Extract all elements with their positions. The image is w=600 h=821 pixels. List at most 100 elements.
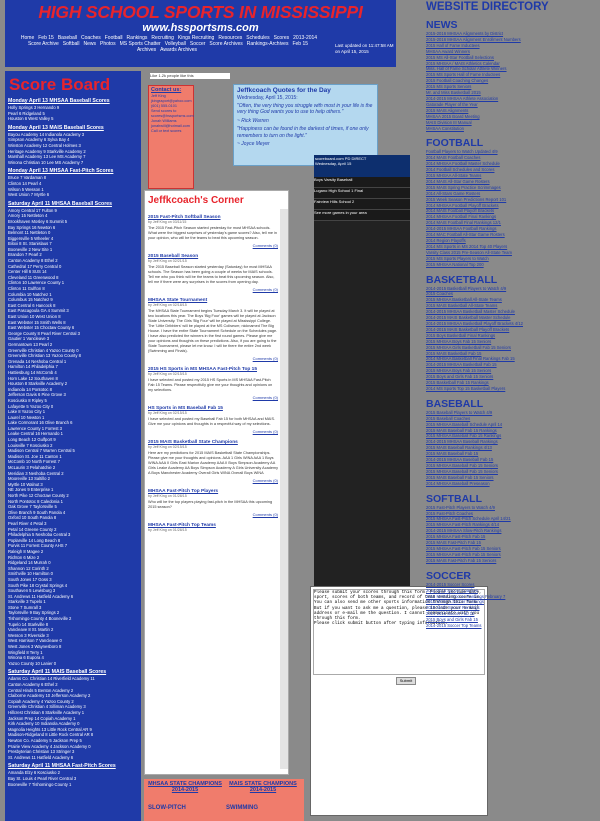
score-line: St. Andrews 11 Hatfield Academy 6 [8,754,74,760]
score-line: West Union 7 Myrtle 6 [8,192,50,198]
quote-box: Jeffkcoach Quotes for the Day Wednesday,… [233,84,378,166]
slow-pitch-heading: SLOW-PITCH [148,805,186,811]
directory-link[interactable]: 2014 MS Sports Top 15 Basketball Players [426,386,600,392]
mhsaa-champions-link[interactable]: MHSAA STATE CHAMPIONS 2014-2015 [146,781,224,793]
post-body: The 2015 Baseball Season started yesterd… [148,265,275,284]
directory-section-title: NEWS [426,19,458,31]
nav-link[interactable]: Baseball [58,35,77,41]
scoreboard-section-title[interactable]: Monday April 13 MAIS Baseball Scores [8,125,141,131]
quote-lines: "Often, the very thing you struggle with… [234,103,377,147]
score-line: Yazoo County 10 Lanier 0 [8,660,57,666]
nav-link[interactable]: Schedules [246,35,269,41]
nav-link[interactable]: Softball [63,41,80,47]
directory-sections: NEWS 2015-2016 MHSAA Alignments by Distri… [426,19,600,629]
contact-line: Call or text scores [151,129,182,133]
blog-post: 2015 Baseball Season by Jeff King on 02/2… [148,254,278,292]
submit-button[interactable]: Submit [396,677,416,685]
contact-title: Contact us: [151,87,182,93]
state-champions: MHSAA STATE CHAMPIONS 2014-2015 MAIS STA… [144,779,304,821]
post-byline: by Jeff King on 03/11/15 [148,220,187,224]
corner-scrollbar[interactable] [280,209,288,769]
scoreboard-sidebar: Score Board Monday April 13 MHSAA Baseba… [5,71,141,821]
widget-game-row[interactable]: Lugano High School 1 Final [314,188,410,199]
blog-post: MHSAA State Tournament by Jeff King on 02… [148,298,278,361]
post-body: I have selected and posted my Baseball F… [148,417,276,426]
comments-link[interactable]: Comments (0) [148,287,278,292]
jeffkcoach-corner: Jeffkcoach's Corner 2015 Fast-Pitch Soft… [144,190,289,775]
nav-link[interactable]: Recruiting [151,35,174,41]
comments-link[interactable]: Comments (0) [148,395,278,400]
nav-link[interactable]: News [83,41,96,47]
directory-link[interactable]: 2015 MAIS Fast-Pitch Fab 15 Seniors [426,558,600,564]
website-directory: WEBSITE DIRECTORY NEWS 2015-2016 MHSAA Al… [426,0,600,821]
nav-link[interactable]: Volleyball [165,41,186,47]
swimming-heading: SWIMMING [226,805,258,811]
scoreboard-section-title[interactable]: Saturday April 11 MHSAA Fast-Pitch Score… [8,763,141,769]
comments-link[interactable]: Comments (0) [148,478,278,483]
comments-link[interactable]: Comments (0) [148,243,278,248]
post-byline: by Jeff King on 01/28/15 [148,528,187,532]
contact-lines: Jeff King jkingssport@yahoo.com (601) 555-… [149,94,194,134]
quote-line: "Often, the very thing you struggle with… [237,103,373,116]
scoreboard-section-title[interactable]: Monday April 13 MHSAA Fast-Pitch Scores [8,168,141,174]
post-byline: by Jeff King on 01/28/15 [148,494,187,498]
comments-link[interactable]: Comments (0) [148,429,278,434]
nav-link[interactable]: Scores [274,35,290,41]
nav-link[interactable]: Resources [218,35,242,41]
nav-link[interactable]: Kings Recruiting [178,35,214,41]
blog-post: 2015 MAIS Basketball State Champions by J… [148,440,278,483]
scoreboard-heading: Score Board [9,75,111,94]
top-nav: Home Feb 15 Baseball Coaches Football Ranking… [13,35,323,54]
contact-box: Contact us: Jeff King jkingssport@yahoo.c… [148,85,194,189]
nav-link[interactable]: Rankings [127,35,148,41]
quote-line: ~ Joyce Meyer [237,141,270,148]
post-body: Who will be the top players playing fast… [148,500,273,509]
directory-heading: WEBSITE DIRECTORY [426,1,549,13]
quote-line: "Happiness can be found in the darkest o… [237,126,369,139]
nav-link[interactable]: Awards Archives [160,47,197,53]
comments-link[interactable]: Comments (0) [148,512,278,517]
post-byline: by Jeff King on 02/18/15 [148,303,187,307]
widget-more-link[interactable]: See more games in your area [314,210,410,221]
nav-link[interactable]: Football [105,35,123,41]
post-byline: by Jeff King on 02/21/15 [148,259,187,263]
mais-champions-link[interactable]: MAIS STATE CHAMPIONS 2014-2015 [224,781,302,793]
scoreboard-sections: Monday April 13 MHSAA Baseball Scores Hol… [5,98,141,787]
post-byline: by Jeff King on 02/15/15 [148,372,187,376]
directory-link[interactable]: MHSAA Constitution [426,126,600,132]
last-updated: Last updated on 11:47:58 AM on April 15,… [335,43,394,54]
blog-post: 2015 Fast-Pitch Softball Season by Jeff K… [148,215,278,248]
directory-section-title: FOOTBALL [426,137,484,150]
scoreboard-section-title[interactable]: Saturday April 11 MHSAA Baseball Scores [8,201,141,207]
corner-title: Jeffkcoach's Corner [148,195,244,206]
widget-date: Wednesday, April 15 [315,161,352,166]
scoreboard-section-title[interactable]: Monday April 13 MHSAA Baseball Scores [8,98,141,104]
nav-link[interactable]: Feb 15 [38,35,54,41]
scoreboard-section-title[interactable]: Saturday April 11 MAIS Baseball Scores [8,669,141,675]
nav-link[interactable]: Soccer [190,41,206,47]
site-title: HIGH SCHOOL SPORTS IN MISSISSIPPI [38,2,363,22]
comments-link[interactable]: Comments (0) [148,356,278,361]
directory-link[interactable]: 2015 MHSAA National Top 200 [426,262,600,268]
quote-line: ~ Rick Warren [237,117,269,124]
nav-link[interactable]: Photos [100,41,116,47]
nav-link[interactable]: Rankings-Archives [247,41,289,47]
widget-title: Boys Varsity Baseball [314,177,410,188]
widget-game-row-2[interactable]: Fairview Hills School 2 [314,199,410,210]
quote-title[interactable]: Jeffkcoach Quotes for the Day [237,87,374,94]
blog-post: 2015 HS Sports in MS MHSAA Fast-Pitch To… [148,367,278,400]
score-line: Booneville 7 Tishomingo County 1 [8,781,72,787]
directory-link[interactable]: 2014-2015 Soccer Top Teams [426,623,600,629]
site-url[interactable]: www.hssportsms.com [5,22,396,34]
facebook-like[interactable]: Like 1.2k people like this [150,73,230,79]
blog-post: MHSAA Fast-Pitch Top Teams by Jeff King o… [148,523,278,532]
nav-link[interactable]: Score Archives [209,41,242,47]
quote-date: Wednesday, April 15, 2015: [237,95,298,101]
nav-link[interactable]: Home [21,35,34,41]
directory-link[interactable]: 2014 MHSAA Baseball Preseason [426,481,600,487]
nav-link[interactable]: MS Sports Chatter [120,41,161,47]
directory-section-title: SOCCER [426,569,471,582]
widget-header: scoreboard.com PD DIRECT Wednesday, Apri… [314,155,410,177]
nav-link[interactable]: Coaches [81,35,101,41]
post-body: The MHSAA State Tournament begins Tuesda… [148,309,278,353]
